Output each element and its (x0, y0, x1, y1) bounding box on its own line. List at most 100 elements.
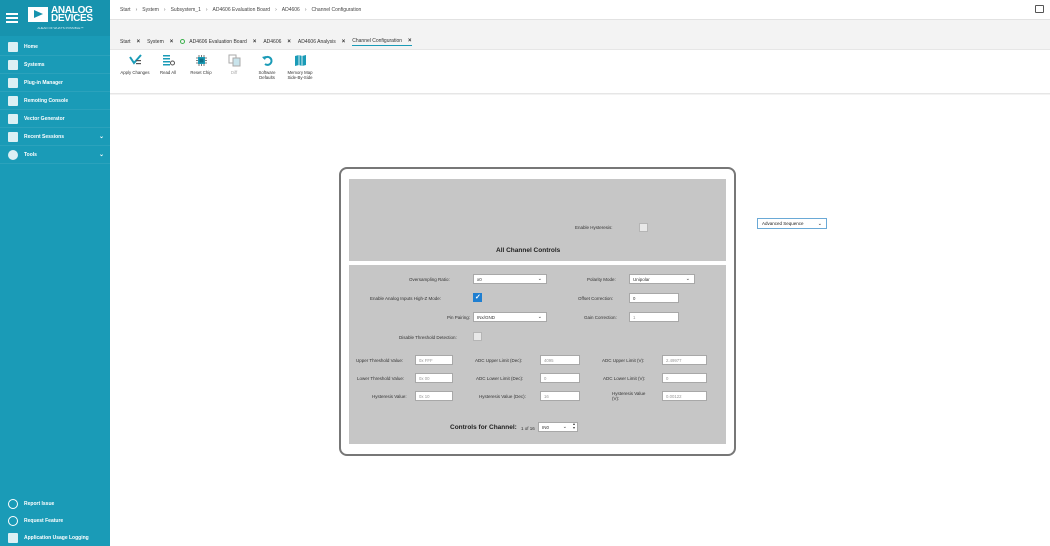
pin-pairing-value: INx/GND (477, 314, 495, 320)
logo-triangle-icon (28, 7, 48, 22)
channel-settings-section: Oversampling Ratio: x0 ⌄ Polarity Mode: U… (349, 265, 726, 444)
tab-system[interactable]: System × (147, 39, 173, 46)
sidebar-header: ANALOG DEVICES AHEAD OF WHAT'S POSSIBLE™ (0, 0, 110, 36)
pin-pairing-dropdown[interactable]: INx/GND ⌄ (473, 312, 547, 322)
gain-correction-input[interactable]: 1 (629, 312, 679, 322)
logo-line2: DEVICES (51, 12, 93, 24)
breadcrumb-item[interactable]: System (142, 7, 159, 13)
sidebar-item-vector-generator[interactable]: Vector Generator (0, 110, 110, 128)
diff-button[interactable]: Diff (219, 50, 249, 93)
toolbar-button-label: Diff (230, 70, 238, 75)
sidebar-item-label: Vector Generator (24, 115, 65, 122)
spin-arrows-icon[interactable]: ▴ ▾ (573, 422, 575, 430)
sidebar: ANALOG DEVICES AHEAD OF WHAT'S POSSIBLE™… (0, 0, 110, 546)
tools-icon (8, 149, 18, 160)
sidebar-item-request-feature[interactable]: Request Feature (0, 512, 110, 529)
adc-upper-limit-dec-label: ADC Upper Limit (Dec): (475, 358, 523, 363)
sidebar-item-report-issue[interactable]: Report Issue (0, 495, 110, 512)
breadcrumb-separator-icon: › (304, 6, 307, 13)
adc-upper-limit-dec-input[interactable]: 4095 (540, 355, 580, 365)
close-icon[interactable]: × (287, 39, 291, 45)
sidebar-item-label: Tools (24, 151, 37, 158)
pin-pairing-label: Pin Pairing: (447, 315, 471, 320)
lower-threshold-label: Lower Threshold Value: (357, 376, 405, 381)
tab-start[interactable]: Start × (120, 39, 140, 46)
close-icon[interactable]: × (137, 39, 141, 45)
sidebar-item-label: Remoting Console (24, 97, 69, 104)
info-icon (8, 498, 18, 509)
adc-lower-limit-dec-input[interactable]: 0 (540, 373, 580, 383)
sidebar-item-plugin-manager[interactable]: Plug-in Manager (0, 74, 110, 92)
channel-selector[interactable]: IN0 ⌄ ▴ ▾ (538, 422, 578, 432)
hamburger-menu-icon[interactable] (6, 13, 18, 23)
close-icon[interactable]: × (408, 38, 412, 44)
tab-channel-configuration[interactable]: Channel Configuration × (352, 38, 412, 46)
memory-map-icon (294, 55, 306, 66)
sidebar-item-label: Plug-in Manager (24, 79, 63, 86)
tab-ad4606-analysis[interactable]: AD4606 Analysis × (298, 39, 345, 46)
tab-ad4606[interactable]: AD4606 × (263, 39, 291, 46)
analog-devices-logo: ANALOG DEVICES AHEAD OF WHAT'S POSSIBLE™ (28, 5, 93, 30)
reset-chip-button[interactable]: Reset Chip (186, 50, 216, 93)
sidebar-item-recent-sessions[interactable]: Recent Sessions ⌄ (0, 128, 110, 146)
chevron-down-icon: ⌄ (817, 221, 822, 227)
chevron-down-icon: ⌄ (537, 314, 542, 320)
adc-upper-limit-v-input[interactable]: 2.49977 (662, 355, 707, 365)
analog-hiz-checkbox[interactable] (473, 293, 482, 302)
diff-icon (228, 54, 240, 67)
breadcrumb-item[interactable]: Subsystem_1 (171, 7, 201, 13)
adc-upper-limit-v-label: ADC Upper Limit (V): (602, 358, 645, 363)
advanced-sequence-dropdown[interactable]: Advanced Sequence ⌄ (757, 218, 827, 229)
sidebar-item-home[interactable]: Home (0, 38, 110, 56)
recent-icon (8, 131, 18, 142)
hysteresis-value-input[interactable]: 0x 10 (415, 391, 453, 401)
document-tabs: Start × System × AD4606 Evaluation Board × … (110, 35, 1050, 49)
read-all-button[interactable]: Read All (153, 50, 183, 93)
sidebar-item-systems[interactable]: Systems (0, 56, 110, 74)
sidebar-item-tools[interactable]: Tools ⌄ (0, 146, 110, 164)
upper-threshold-input[interactable]: 0x FFF (415, 355, 453, 365)
sidebar-bottom: Report Issue Request Feature Application… (0, 495, 110, 546)
breadcrumb-item[interactable]: AD4606 Evaluation Board (213, 7, 271, 13)
enable-hysteresis-label: Enable Hysteresis: (575, 225, 613, 230)
adc-lower-limit-dec-label: ADC Lower Limit (Dec): (476, 376, 524, 381)
sidebar-item-label: Home (24, 43, 38, 50)
apply-changes-button[interactable]: Apply Changes (120, 50, 150, 93)
sidebar-nav: Home Systems Plug-in Manager Remoting Co… (0, 38, 110, 164)
enable-hysteresis-checkbox[interactable] (639, 223, 648, 232)
chevron-down-icon: ⌄ (685, 276, 690, 282)
read-all-icon (162, 55, 175, 66)
memory-map-button[interactable]: Memory Map Side-By-Side (285, 50, 315, 93)
sidebar-item-usage-logging[interactable]: Application Usage Logging (0, 529, 110, 546)
plugin-icon (8, 77, 18, 88)
tab-label: AD4606 Evaluation Board (189, 38, 247, 45)
all-channel-controls-section: Enable Hysteresis: All Channel Controls (349, 179, 726, 261)
adc-lower-limit-v-input[interactable]: 0 (662, 373, 707, 383)
tab-evaluation-board[interactable]: AD4606 Evaluation Board × (180, 39, 256, 46)
sidebar-item-label: Report Issue (24, 500, 55, 507)
disable-threshold-checkbox[interactable] (473, 332, 482, 341)
chevron-down-icon: ⌄ (98, 134, 104, 140)
toolbar-button-label: Read All (159, 70, 176, 75)
close-icon[interactable]: × (253, 39, 257, 45)
hysteresis-value-dec-input[interactable]: 16 (540, 391, 580, 401)
breadcrumb-item[interactable]: Channel Configuration (312, 7, 362, 13)
offset-correction-input[interactable]: 0 (629, 293, 679, 303)
folder-icon[interactable] (1035, 5, 1044, 13)
polarity-mode-label: Polarity Mode: (587, 277, 616, 282)
close-icon[interactable]: × (170, 39, 174, 45)
sidebar-item-label: Recent Sessions (24, 133, 65, 140)
apply-changes-icon (128, 54, 142, 65)
sidebar-item-label: Systems (24, 61, 45, 68)
polarity-mode-dropdown[interactable]: Unipolar ⌄ (629, 274, 695, 284)
sidebar-item-remoting-console[interactable]: Remoting Console (0, 92, 110, 110)
breadcrumb-item[interactable]: AD4606 (282, 7, 300, 13)
lower-threshold-input[interactable]: 0x 00 (415, 373, 453, 383)
close-icon[interactable]: × (342, 39, 346, 45)
oversampling-ratio-dropdown[interactable]: x0 ⌄ (473, 274, 547, 284)
software-defaults-button[interactable]: Software Defaults (252, 50, 282, 93)
breadcrumb-item[interactable]: Start (120, 7, 131, 13)
offset-correction-label: Offset Correction: (578, 296, 614, 301)
toolbar: Apply Changes Read All Reset Chip Diff S… (110, 49, 1050, 94)
hysteresis-value-v-input[interactable]: 0.00122 (662, 391, 707, 401)
